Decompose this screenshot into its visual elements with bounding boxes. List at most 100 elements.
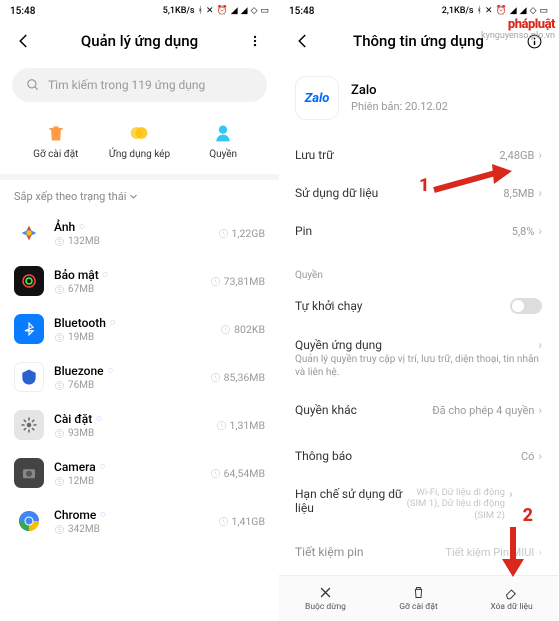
app-permissions-row[interactable]: Quyền ứng dụng › Quản lý quyền truy cập … [279,326,558,391]
info-button[interactable] [524,31,544,51]
security-icon [14,266,44,296]
bluetooth-icon: ᚼ [477,6,482,16]
signal-icon: ◢ [241,6,248,16]
chevron-right-icon: › [538,545,542,559]
app-bar: Thông tin ứng dụng [279,20,558,62]
net-speed: 5,1KB/s [163,6,195,16]
restrict-data-row[interactable]: Hạn chế sử dụng dữ liệu Wi-Fi, Dữ liệu d… [279,475,558,533]
back-button[interactable] [293,31,313,51]
settings-icon [14,410,44,440]
chevron-right-icon: › [538,403,542,417]
more-button[interactable] [245,31,265,51]
battery-icon: ▭ [260,6,269,16]
photos-icon [14,218,44,248]
battery-saver-row[interactable]: Tiết kiệm pin Tiết kiệm Pin MIUI › [279,533,558,571]
phone-right: 15:48 2,1KB/s ᚼ ✕ ⏰ ◢ ◢ ◇ ▭ Thông tin ứn… [279,0,558,621]
sync-icon: ◌ [103,269,107,280]
app-row[interactable]: Cài đặt◌ 93MB 1,31MB [0,401,279,449]
clock-icon [220,324,231,335]
app-bar: Quản lý ứng dụng [0,20,279,62]
page-title: Thông tin ứng dụng [323,32,514,50]
chevron-right-icon: › [538,186,542,200]
clock-icon [218,228,229,239]
app-row[interactable]: Chrome◌ 342MB 1,41GB [0,497,279,545]
back-button[interactable] [14,31,34,51]
zalo-icon: Zalo [295,76,339,120]
annotation-1-label: 1 [419,175,429,196]
signal-icon: ◢ [520,6,527,16]
autostart-toggle[interactable] [510,298,542,314]
wifi-icon: ◇ [530,6,537,16]
status-bar: 15:48 5,1KB/s ᚼ ✕ ⏰ ◢ ◢ ◇ ▭ [0,0,279,20]
permission-icon [212,122,234,144]
chevron-right-icon: › [509,487,513,501]
storage-icon [54,236,65,247]
app-row[interactable]: Ảnh◌ 132MB 1,22GB [0,209,279,257]
force-stop-button[interactable]: Buộc dừng [279,576,372,621]
sync-icon: ◌ [100,509,104,520]
uninstall-button[interactable]: Gỡ cài đặt [372,576,465,621]
phone-left: 15:48 5,1KB/s ᚼ ✕ ⏰ ◢ ◢ ◇ ▭ Quản lý ứng … [0,0,279,621]
search-icon [26,78,40,92]
chevron-right-icon: › [538,338,542,352]
app-row[interactable]: Bluetooth◌ 19MB 802KB [0,305,279,353]
app-name: Zalo [351,83,448,98]
app-row[interactable]: Bluezone◌ 76MB 85,36MB [0,353,279,401]
signal-icon: ◢ [231,6,238,16]
search-input[interactable]: Tìm kiếm trong 119 ứng dụng [12,68,267,102]
storage-icon [54,284,65,295]
clock-icon [216,420,227,431]
storage-row[interactable]: Lưu trữ 2,48GB › [279,136,558,174]
notifications-row[interactable]: Thông báo Có › [279,437,558,475]
sync-icon: ◌ [96,413,100,424]
search-placeholder: Tìm kiếm trong 119 ứng dụng [48,78,205,92]
clear-data-button[interactable]: Xóa dữ liệu [465,576,558,621]
permissions-action[interactable]: Quyền [188,122,258,160]
storage-icon [54,380,65,391]
bluetooth-icon: ᚼ [198,6,203,16]
chevron-right-icon: › [538,148,542,162]
app-row[interactable]: Bảo mật◌ 67MB 73,81MB [0,257,279,305]
status-time: 15:48 [289,6,314,17]
sort-row[interactable]: Sắp xếp theo trạng thái [0,180,279,209]
app-version: Phiên bản: 20.12.02 [351,100,448,113]
app-list: Ảnh◌ 132MB 1,22GB Bảo mật◌ 67MB 73,81MB … [0,209,279,621]
chevron-right-icon: › [538,224,542,238]
sync-icon: ◌ [110,317,114,328]
sync-icon: ◌ [100,461,104,472]
app-row[interactable]: Camera◌ 12MB 64,54MB [0,449,279,497]
clock-icon [210,372,221,383]
storage-icon [54,332,65,343]
chrome-icon [14,506,44,536]
sync-icon: ◌ [79,221,83,232]
clock-icon [210,468,221,479]
alarm-icon: ⏰ [217,6,228,16]
other-permissions-row[interactable]: Quyền khác Đã cho phép 4 quyền › [279,391,558,429]
mute-icon: ✕ [485,6,493,16]
wifi-icon: ◇ [251,6,258,16]
camera-icon [14,458,44,488]
storage-icon [54,476,65,487]
bluetooth-icon [14,314,44,344]
trash-icon [411,585,426,600]
clock-icon [218,516,229,527]
action-row: Gỡ cài đặt Ứng dụng kép Quyền [0,112,279,180]
storage-icon [54,524,65,535]
bluezone-icon [14,362,44,392]
alarm-icon: ⏰ [496,6,507,16]
annotation-2-label: 2 [523,505,533,526]
permissions-header: Quyền [279,258,558,286]
storage-icon [54,428,65,439]
battery-row[interactable]: Pin 5,8% › [279,212,558,250]
mute-icon: ✕ [206,6,214,16]
app-header: Zalo Zalo Phiên bản: 20.12.02 [279,62,558,136]
net-speed: 2,1KB/s [442,6,474,16]
autostart-row[interactable]: Tự khởi chạy [279,286,558,326]
status-bar: 15:48 2,1KB/s ᚼ ✕ ⏰ ◢ ◢ ◇ ▭ [279,0,558,20]
dual-app-action[interactable]: Ứng dụng kép [104,122,174,160]
chevron-right-icon: › [538,449,542,463]
battery-icon: ▭ [539,6,548,16]
chevron-down-icon [129,192,138,201]
uninstall-action[interactable]: Gỡ cài đặt [21,122,91,160]
clock-icon [210,276,221,287]
